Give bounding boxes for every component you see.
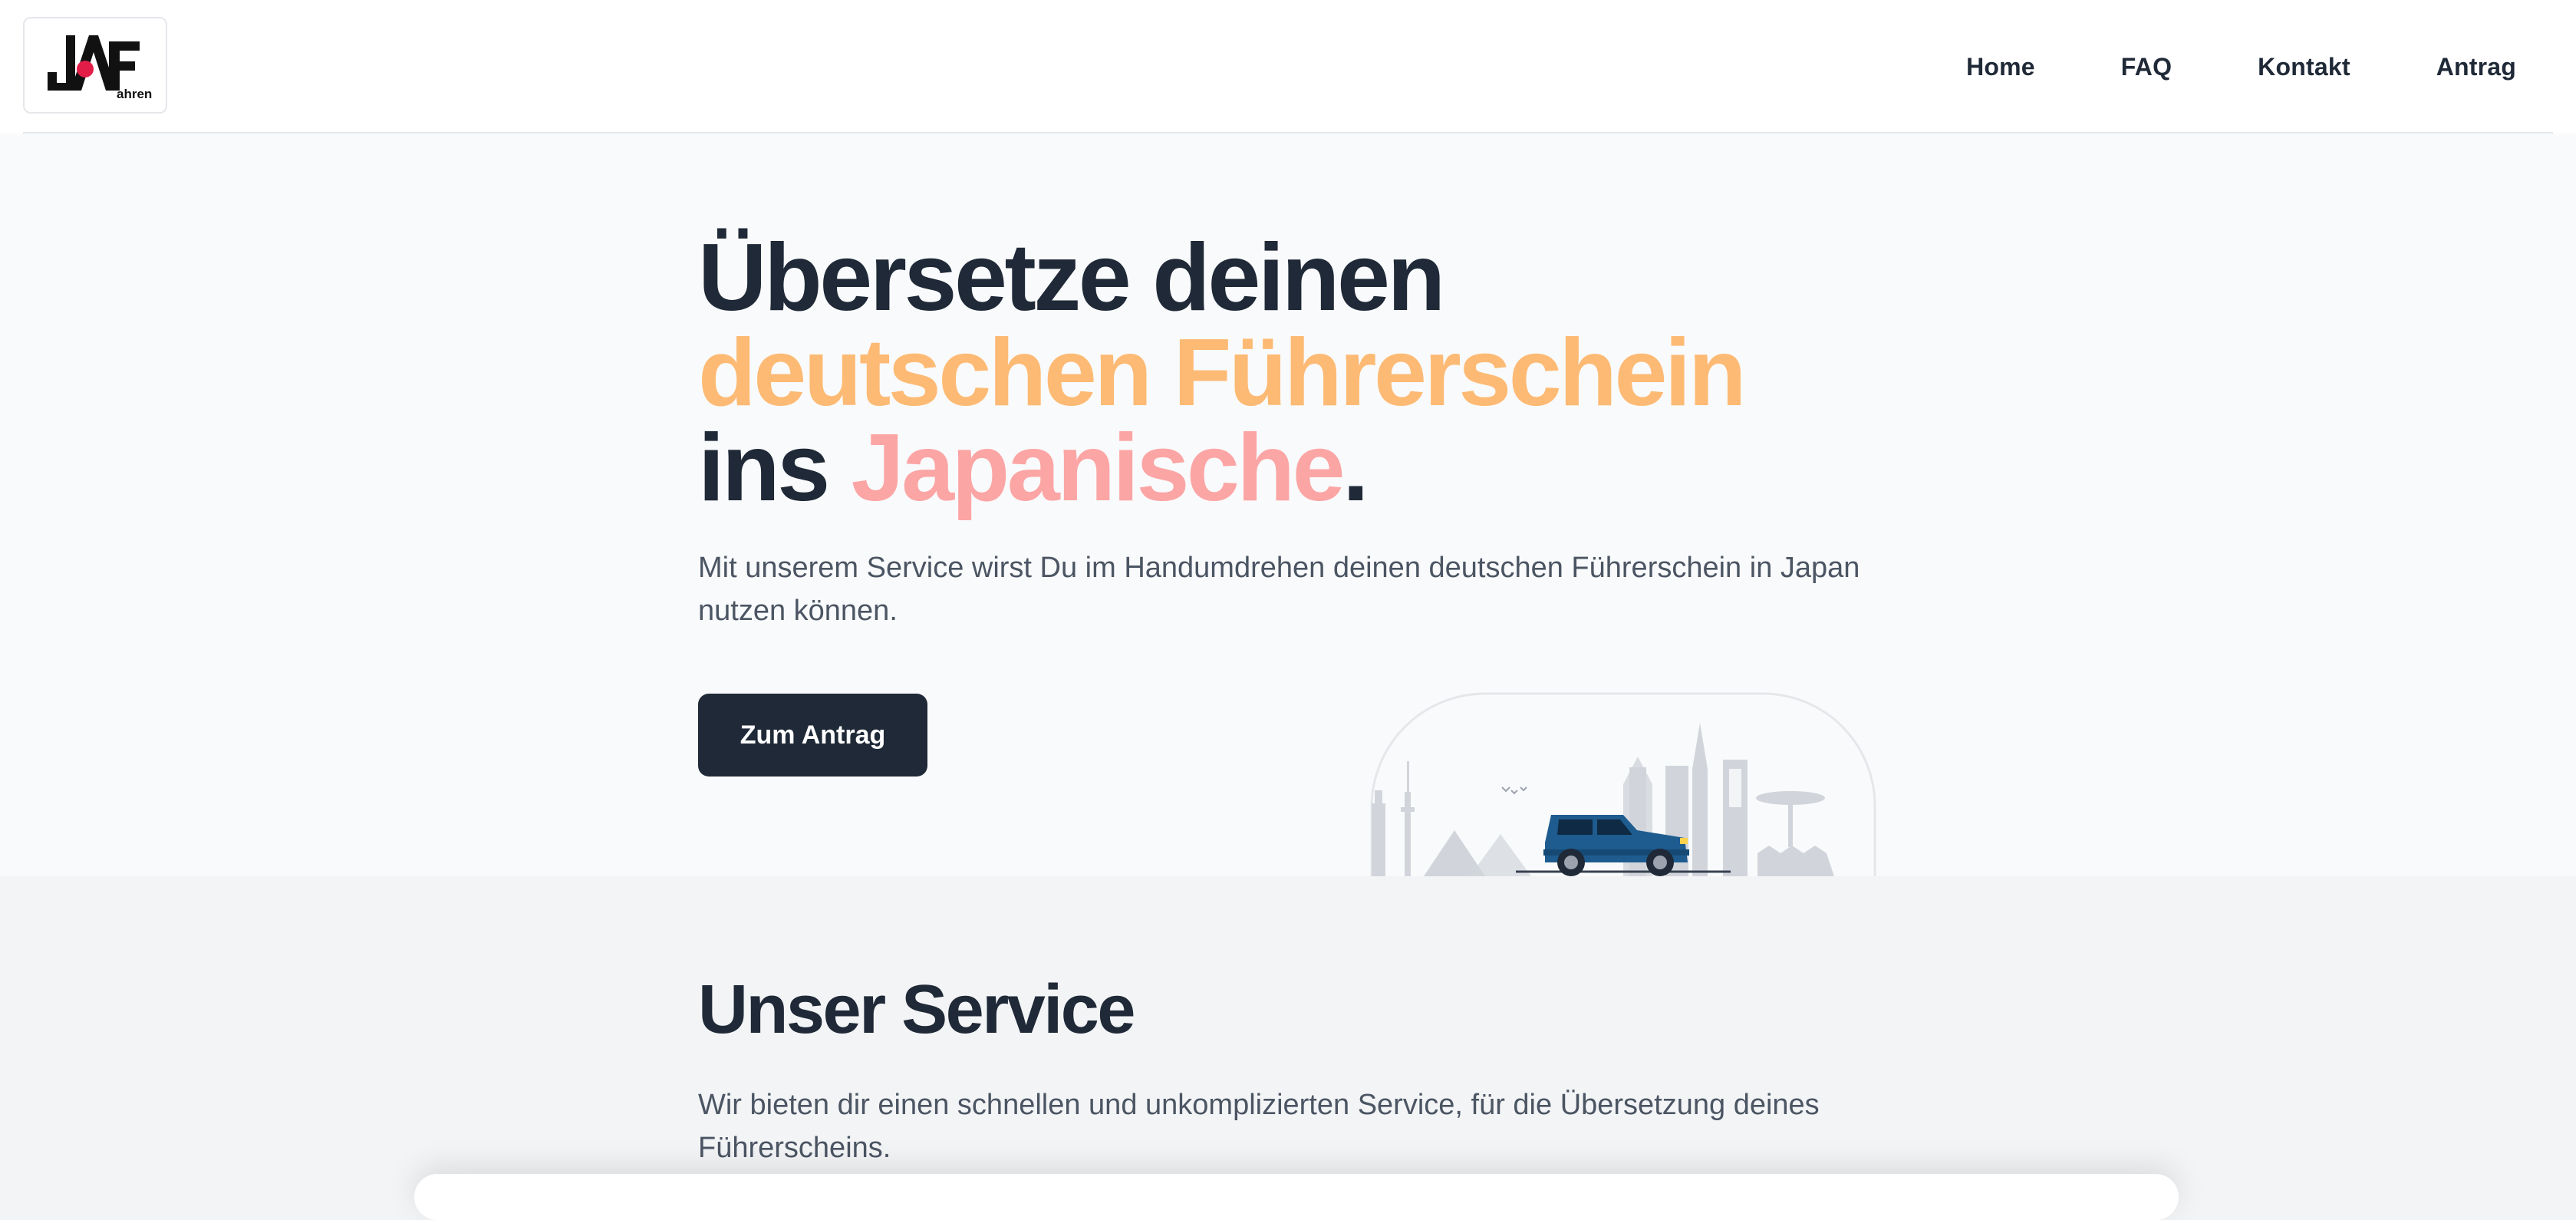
hero-title: Übersetze deinen deutschen Führerschein … [698, 230, 1747, 516]
nav-antrag-link[interactable]: Antrag [2436, 53, 2516, 81]
hero-title-period: . [1342, 415, 1369, 521]
nav-faq-link[interactable]: FAQ [2121, 53, 2172, 81]
hero-title-line2: deutschen Führerschein [698, 320, 1747, 426]
hero-title-highlight: Japanische [851, 415, 1346, 521]
nav-kontakt-link[interactable]: Kontakt [2258, 53, 2350, 81]
hero-title-line1: Übersetze deinen [698, 225, 1445, 331]
zum-antrag-button[interactable]: Zum Antrag [698, 694, 927, 777]
service-card-edge [414, 1174, 2179, 1220]
site-logo[interactable]: ahren [23, 17, 167, 114]
main-nav: Home FAQ Kontakt Antrag [1880, 0, 2516, 134]
svg-text:ahren: ahren [117, 87, 152, 101]
navbar: ahren Home FAQ Kontakt Antrag [0, 0, 2576, 134]
logo-icon: ahren [48, 35, 152, 101]
hero-description: Mit unserem Service wirst Du im Handumdr… [698, 552, 1860, 627]
car-city-skyline-icon [1370, 692, 1876, 876]
service-description: Wir bieten dir einen schnellen und unkom… [698, 1089, 1820, 1164]
hero-title-line3-prefix: ins [698, 415, 852, 521]
service-title: Unser Service [698, 971, 1135, 1048]
nav-home-link[interactable]: Home [1966, 53, 2035, 81]
car-city-illustration [1370, 692, 1876, 876]
